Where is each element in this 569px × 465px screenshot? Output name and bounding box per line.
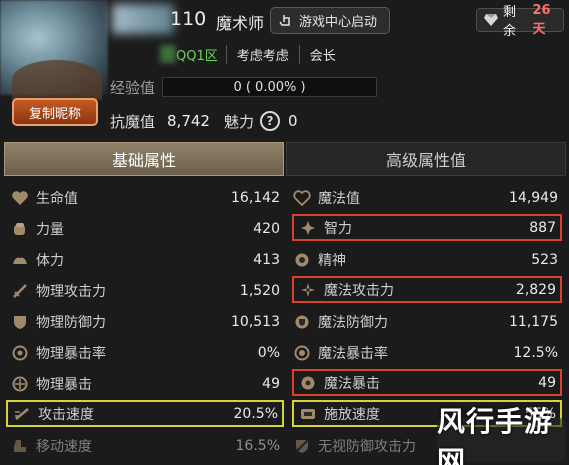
tab-basic-attributes[interactable]: 基础属性	[4, 142, 284, 176]
stat-value: 12.5%	[513, 344, 558, 361]
ignore-def-icon	[292, 437, 312, 455]
stat-value: 0%	[257, 344, 280, 361]
stat-value: 10,513	[231, 313, 280, 330]
magic-shield-icon	[292, 313, 312, 331]
resist-value: 8,742	[167, 112, 210, 130]
stat-value: 887	[529, 219, 556, 236]
stat-label: 力量	[36, 221, 64, 238]
blurred-character-name	[112, 4, 174, 34]
help-icon[interactable]: ?	[259, 111, 280, 131]
heart-icon	[10, 189, 30, 207]
stat-label: 魔法值	[318, 190, 360, 207]
remaining-days-value: 26天	[532, 3, 551, 37]
server-info-row: QQ1区 考虑考虑 会长	[160, 42, 346, 66]
experience-row: 经验值 0 ( 0.00% )	[110, 76, 377, 98]
speed-icon	[12, 405, 32, 423]
launch-button-label: 游戏中心启动	[299, 15, 378, 30]
stat-value: 49	[538, 374, 556, 391]
character-level: 110	[170, 8, 207, 30]
stat-value: 14,949	[509, 189, 558, 206]
intellect-icon	[298, 219, 318, 237]
stat-label: 魔法防御力	[318, 314, 388, 331]
stat-label: 物理暴击率	[36, 345, 106, 362]
magic-attack-icon	[298, 281, 318, 299]
stat-label: 魔法攻击力	[324, 282, 394, 299]
stat-row-physical-crit-rate: 物理暴击率 0%	[10, 339, 284, 366]
hand-icon	[279, 14, 293, 28]
stat-value: 420	[253, 220, 280, 237]
guild-name: 考虑考虑	[227, 44, 300, 64]
stat-value: 20.5%	[233, 405, 278, 422]
stat-label: 魔法暴击率	[318, 345, 388, 362]
magic-target-icon	[292, 344, 312, 362]
guild-role: 会长	[309, 48, 336, 64]
avatar-frame	[12, 60, 102, 100]
stat-row-magic-defense: 魔法防御力 11,175	[292, 308, 562, 335]
character-class: 魔术师	[216, 14, 265, 33]
diamond-icon	[483, 13, 499, 27]
stat-label: 魔法暴击	[324, 375, 380, 392]
stat-label: 智力	[324, 220, 352, 237]
stat-label: 无视防御攻击力	[318, 438, 416, 455]
stat-row-magic-crit-rate: 魔法暴击率 12.5%	[292, 339, 562, 366]
stat-value: 16.5%	[235, 437, 280, 454]
stat-value: 16,142	[231, 189, 280, 206]
stat-label: 物理暴击	[36, 376, 92, 393]
fist-icon	[10, 220, 30, 238]
stat-label: 体力	[36, 252, 64, 269]
stat-value: 49	[262, 375, 280, 392]
mana-heart-icon	[292, 189, 312, 207]
stat-row-intellect: 智力 887	[292, 214, 562, 241]
stat-row-mp: 魔法值 14,949	[292, 184, 562, 211]
stat-label: 攻击速度	[38, 406, 94, 423]
stat-label: 移动速度	[36, 438, 92, 455]
magic-crit-icon	[298, 374, 318, 392]
stat-row-physical-attack: 物理攻击力 1,520	[10, 277, 284, 304]
experience-bar: 0 ( 0.00% )	[162, 77, 377, 97]
cast-speed-icon	[298, 405, 318, 423]
sword-icon	[10, 282, 30, 300]
stat-row-hp: 生命值 16,142	[10, 184, 284, 211]
stamina-icon	[10, 251, 30, 269]
copy-nickname-button[interactable]: 复制昵称	[12, 98, 98, 126]
remaining-days-badge: 剩余 26天	[476, 3, 564, 39]
experience-label: 经验值	[110, 78, 156, 97]
shield-icon	[10, 313, 30, 331]
stat-value: 523	[531, 251, 558, 268]
game-center-launch-button[interactable]: 游戏中心启动	[270, 7, 390, 34]
stat-value: 413	[253, 251, 280, 268]
stat-row-move-speed: 移动速度 16.5%	[10, 432, 284, 459]
blurred-server-prefix	[160, 45, 176, 63]
boot-icon	[10, 437, 30, 455]
stat-row-physical-defense: 物理防御力 10,513	[10, 308, 284, 335]
stat-value: 2,829	[515, 281, 556, 298]
stat-row-spirit: 精神 523	[292, 246, 562, 273]
stat-row-strength: 力量 420	[10, 215, 284, 242]
stat-value: 11,175	[509, 313, 558, 330]
target-icon	[10, 344, 30, 362]
stat-value: 1,520	[239, 282, 280, 299]
stat-row-stamina: 体力 413	[10, 246, 284, 273]
stat-row-attack-speed: 攻击速度 20.5%	[6, 400, 284, 427]
stat-label: 物理防御力	[36, 314, 106, 331]
charm-label: 魅力	[223, 112, 254, 131]
charm-value: 0	[287, 112, 298, 130]
server-name: QQ1区	[176, 44, 227, 64]
spirit-icon	[292, 251, 312, 269]
resist-charm-row: 抗魔值 8,742 魅力 ? 0	[110, 110, 298, 132]
stat-row-ignore-defense: 无视防御攻击力	[292, 432, 442, 459]
stat-row-magic-attack: 魔法攻击力 2,829	[292, 276, 562, 303]
stat-label: 物理攻击力	[36, 283, 106, 300]
stat-label: 生命值	[36, 190, 78, 207]
remaining-days-label: 剩余	[503, 5, 517, 39]
tab-advanced-attributes[interactable]: 高级属性值	[286, 142, 566, 176]
site-watermark: 风行手游网	[437, 405, 565, 465]
crit-icon	[10, 375, 30, 393]
resist-label: 抗魔值	[110, 112, 156, 131]
stat-label: 精神	[318, 252, 346, 269]
stat-row-physical-crit: 物理暴击 49	[10, 370, 284, 397]
stat-row-magic-crit: 魔法暴击 49	[292, 369, 562, 396]
